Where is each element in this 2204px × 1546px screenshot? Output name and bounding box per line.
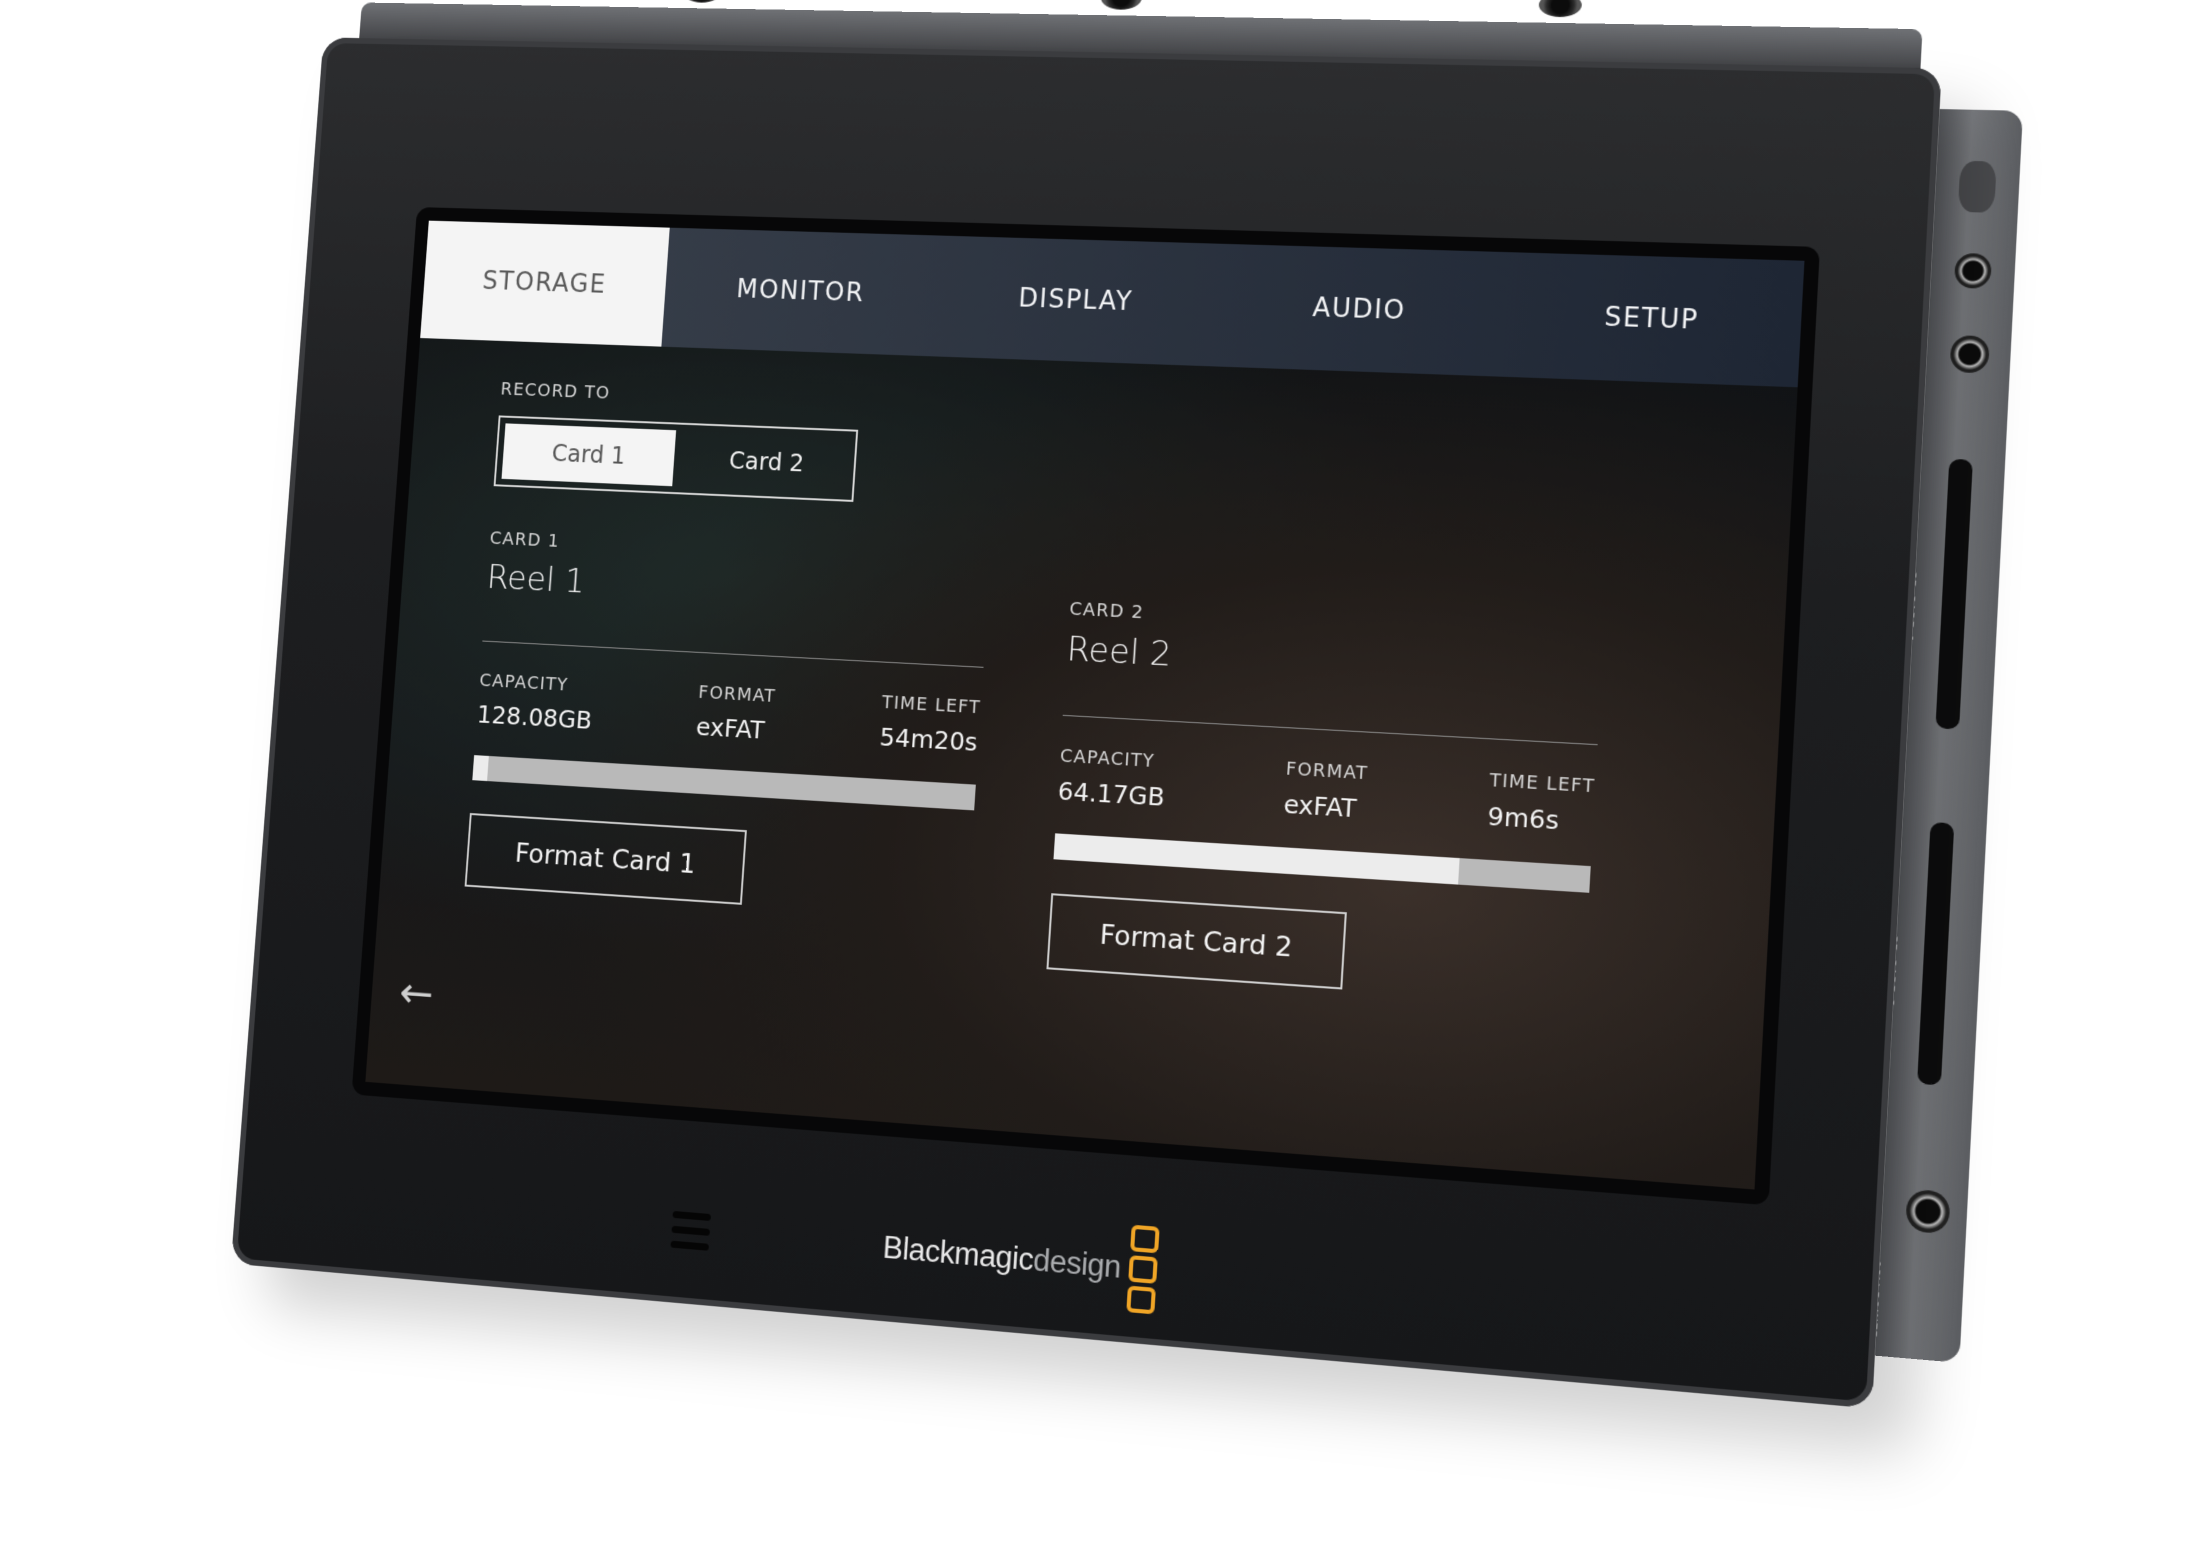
device-body: STORAGE MONITOR DISPLAY AUDIO SETUP RECO… — [230, 37, 1942, 1409]
card-1-stats: CAPACITY 128.08GB FORMAT exFAT TIME LEFT 54… — [476, 670, 981, 757]
power-port-icon — [1905, 1188, 1951, 1235]
tab-storage[interactable]: STORAGE — [420, 220, 670, 347]
storage-panel: RECORD TO Card 1 Card 2 CARD 1 Reel 1 CA… — [365, 338, 1797, 1189]
record-to-selector: Card 1 Card 2 — [493, 415, 859, 502]
card-1-time-left: 54m20s — [878, 722, 979, 757]
card-2-stats: CAPACITY 64.17GB FORMAT exFAT TIME LEFT 9m6… — [1057, 746, 1596, 838]
card-2-format: exFAT — [1282, 789, 1358, 824]
format-label: FORMAT — [697, 682, 777, 707]
brand-logo: Blackmagicdesign — [880, 1204, 1160, 1315]
power-button[interactable] — [1957, 160, 1997, 213]
lanc-port-icon — [1953, 252, 1993, 289]
video-assist-device: SD CARD 1 SD CARD 2 +12V POWER STORAGE M… — [222, 0, 2049, 1546]
mount-hole-icon — [681, 0, 723, 3]
mount-hole-icon — [1100, 0, 1143, 10]
mount-hole-icon — [1538, 0, 1583, 18]
time-left-label: TIME LEFT — [1489, 769, 1596, 798]
format-label: FORMAT — [1285, 758, 1369, 785]
card-2-usage-fill — [1053, 833, 1460, 885]
capacity-label: CAPACITY — [1059, 745, 1156, 773]
capacity-label: CAPACITY — [478, 670, 570, 696]
record-to-label: RECORD TO — [499, 379, 611, 404]
headphone-port-icon — [1949, 335, 1990, 374]
screen-bezel: STORAGE MONITOR DISPLAY AUDIO SETUP RECO… — [351, 207, 1820, 1206]
speaker-grille-icon — [670, 1210, 711, 1259]
record-card-1-button[interactable]: Card 1 — [501, 423, 677, 487]
card-2-time-left: 9m6s — [1486, 801, 1560, 836]
sd-card-1-slot[interactable] — [1935, 458, 1973, 730]
card-1-section: CARD 1 Reel 1 CAPACITY 128.08GB FORMAT exF… — [464, 528, 991, 919]
time-left-label: TIME LEFT — [881, 692, 982, 719]
record-card-2-button[interactable]: Card 2 — [677, 425, 856, 500]
brand-name: Blackmagicdesign — [881, 1229, 1123, 1285]
tab-display[interactable]: DISPLAY — [933, 236, 1220, 367]
card-1-usage-fill — [472, 755, 489, 782]
divider — [1062, 714, 1598, 746]
card-1-format: exFAT — [695, 712, 766, 745]
divider — [482, 640, 984, 668]
card-2-section: CARD 2 Reel 2 CAPACITY 64.17GB FORMAT exFA… — [1046, 599, 1604, 1006]
card-2-usage-bar — [1053, 833, 1591, 893]
touchscreen: STORAGE MONITOR DISPLAY AUDIO SETUP RECO… — [365, 220, 1805, 1190]
card-2-capacity: 64.17GB — [1056, 776, 1166, 812]
tab-monitor[interactable]: MONITOR — [661, 228, 940, 357]
tab-audio[interactable]: AUDIO — [1212, 244, 1507, 377]
format-card-2-button[interactable]: Format Card 2 — [1046, 893, 1347, 990]
brand-mark-icon — [1126, 1224, 1160, 1315]
card-1-usage-bar — [472, 755, 976, 811]
tab-setup[interactable]: SETUP — [1500, 252, 1804, 387]
arrow-left-icon[interactable]: ← — [398, 968, 436, 1020]
format-card-1-button[interactable]: Format Card 1 — [464, 812, 747, 905]
sd-card-2-slot[interactable] — [1917, 822, 1955, 1086]
card-1-capacity: 128.08GB — [476, 700, 593, 735]
